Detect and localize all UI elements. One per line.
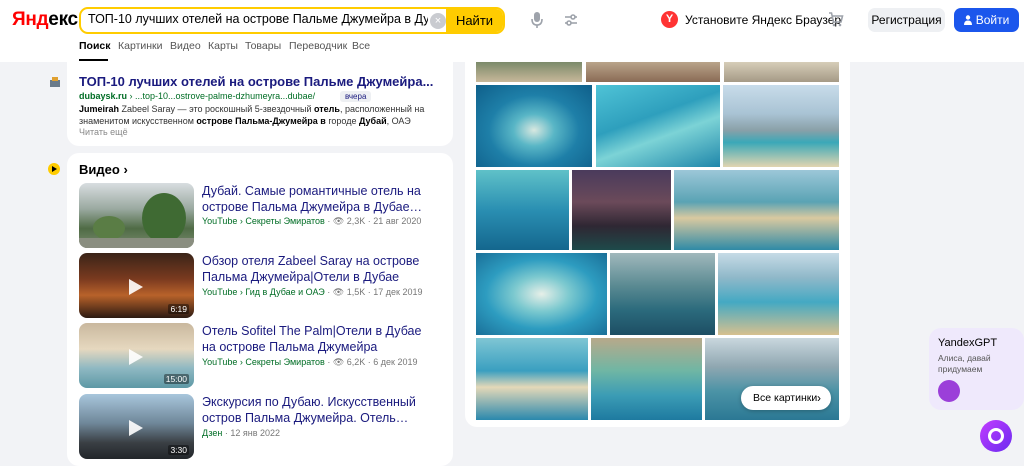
video-thumbnail[interactable]: 15:00	[79, 323, 194, 388]
result-snippet: Jumeirah Zabeel Saray — это роскошный 5-…	[79, 104, 425, 126]
play-icon	[129, 420, 143, 436]
video-play-icon	[48, 163, 60, 175]
person-icon	[963, 15, 972, 25]
search-input[interactable]	[88, 12, 428, 26]
tab-images[interactable]: Картинки	[118, 40, 163, 52]
result-date-badge: вчера	[340, 91, 372, 102]
eye-icon: 👁	[332, 357, 345, 367]
image-thumbnail[interactable]	[674, 170, 839, 250]
tab-search[interactable]: Поиск	[79, 40, 111, 52]
video-thumbnail[interactable]: 6:19	[79, 253, 194, 318]
image-thumbnail[interactable]	[718, 253, 839, 335]
video-title[interactable]: Экскурсия по Дубаю. Искусственный остров …	[202, 394, 434, 426]
tab-all[interactable]: Все	[352, 40, 370, 52]
chevron-right-icon: ›	[123, 162, 128, 177]
image-thumbnail[interactable]	[724, 62, 839, 82]
image-thumbnail[interactable]	[591, 338, 702, 420]
video-meta: YouTube › Гид в Дубае и ОАЭ · 👁 1,5K · 1…	[202, 287, 423, 297]
tab-maps[interactable]: Карты	[208, 40, 238, 52]
result-title[interactable]: ТОП-10 лучших отелей на острове Пальме Д…	[79, 74, 449, 89]
search-button[interactable]: Найти	[446, 9, 503, 32]
read-more-link[interactable]: Читать ещё	[79, 127, 128, 137]
clear-icon[interactable]: ×	[430, 13, 446, 29]
image-thumbnail[interactable]	[610, 253, 715, 335]
image-thumbnail[interactable]	[572, 170, 671, 250]
register-button[interactable]: Регистрация	[868, 8, 945, 32]
cart-icon[interactable]	[828, 12, 844, 27]
garden-illustration	[79, 193, 194, 248]
video-meta: YouTube › Секреты Эмиратов · 👁 2,3K · 21…	[202, 216, 422, 226]
tab-products[interactable]: Товары	[245, 40, 281, 52]
play-icon	[129, 279, 143, 295]
image-thumbnail[interactable]	[476, 253, 607, 335]
image-thumbnail[interactable]	[596, 85, 720, 167]
image-thumbnail[interactable]	[586, 62, 720, 82]
microphone-icon[interactable]	[529, 11, 545, 29]
tab-translator[interactable]: Переводчик	[289, 40, 347, 52]
eye-icon: 👁	[332, 216, 345, 226]
yandexgpt-icon	[938, 380, 960, 402]
search-box[interactable]: × Найти	[79, 7, 505, 34]
install-browser-link[interactable]: Установите Яндекс Браузер	[685, 13, 841, 27]
yandex-logo[interactable]: Яндекс	[12, 9, 78, 31]
video-heading[interactable]: Видео ›	[79, 162, 128, 177]
yandex-browser-icon[interactable]: Y	[661, 11, 678, 28]
alice-icon[interactable]	[980, 420, 1012, 452]
play-icon	[129, 349, 143, 365]
video-meta: Дзен · 12 янв 2022	[202, 428, 281, 438]
video-meta: YouTube › Секреты Эмиратов · 👁 6,2K · 6 …	[202, 357, 418, 367]
image-thumbnail[interactable]	[723, 85, 839, 167]
video-thumbnail[interactable]: 3:30	[79, 394, 194, 459]
video-title[interactable]: Отель Sofitel The Palm|Отели в Дубае на о…	[202, 323, 434, 355]
image-thumbnail[interactable]	[476, 62, 582, 82]
all-images-button[interactable]: Все картинки ›	[741, 386, 831, 410]
chevron-right-icon: ›	[817, 391, 821, 405]
image-thumbnail[interactable]	[476, 170, 569, 250]
result-url[interactable]: dubaysk.ru › ...top-10...ostrove-palme-d…	[79, 91, 315, 101]
yandexgpt-title: YandexGPT	[938, 337, 998, 349]
login-button[interactable]: Войти	[954, 8, 1019, 32]
active-tab-underline	[79, 59, 108, 61]
video-thumbnail[interactable]	[79, 183, 194, 248]
video-title[interactable]: Обзор отеля Zabeel Saray на острове Пальм…	[202, 253, 434, 285]
image-thumbnail[interactable]	[476, 338, 588, 420]
yandexgpt-text: Алиса, давай придумаем	[938, 353, 991, 374]
tab-video[interactable]: Видео	[170, 40, 201, 52]
eye-icon: 👁	[332, 287, 345, 297]
image-thumbnail[interactable]	[476, 85, 592, 167]
video-title[interactable]: Дубай. Самые романтичные отель на острове…	[202, 183, 434, 215]
site-favicon-icon	[50, 77, 60, 87]
filter-icon[interactable]	[563, 12, 579, 28]
